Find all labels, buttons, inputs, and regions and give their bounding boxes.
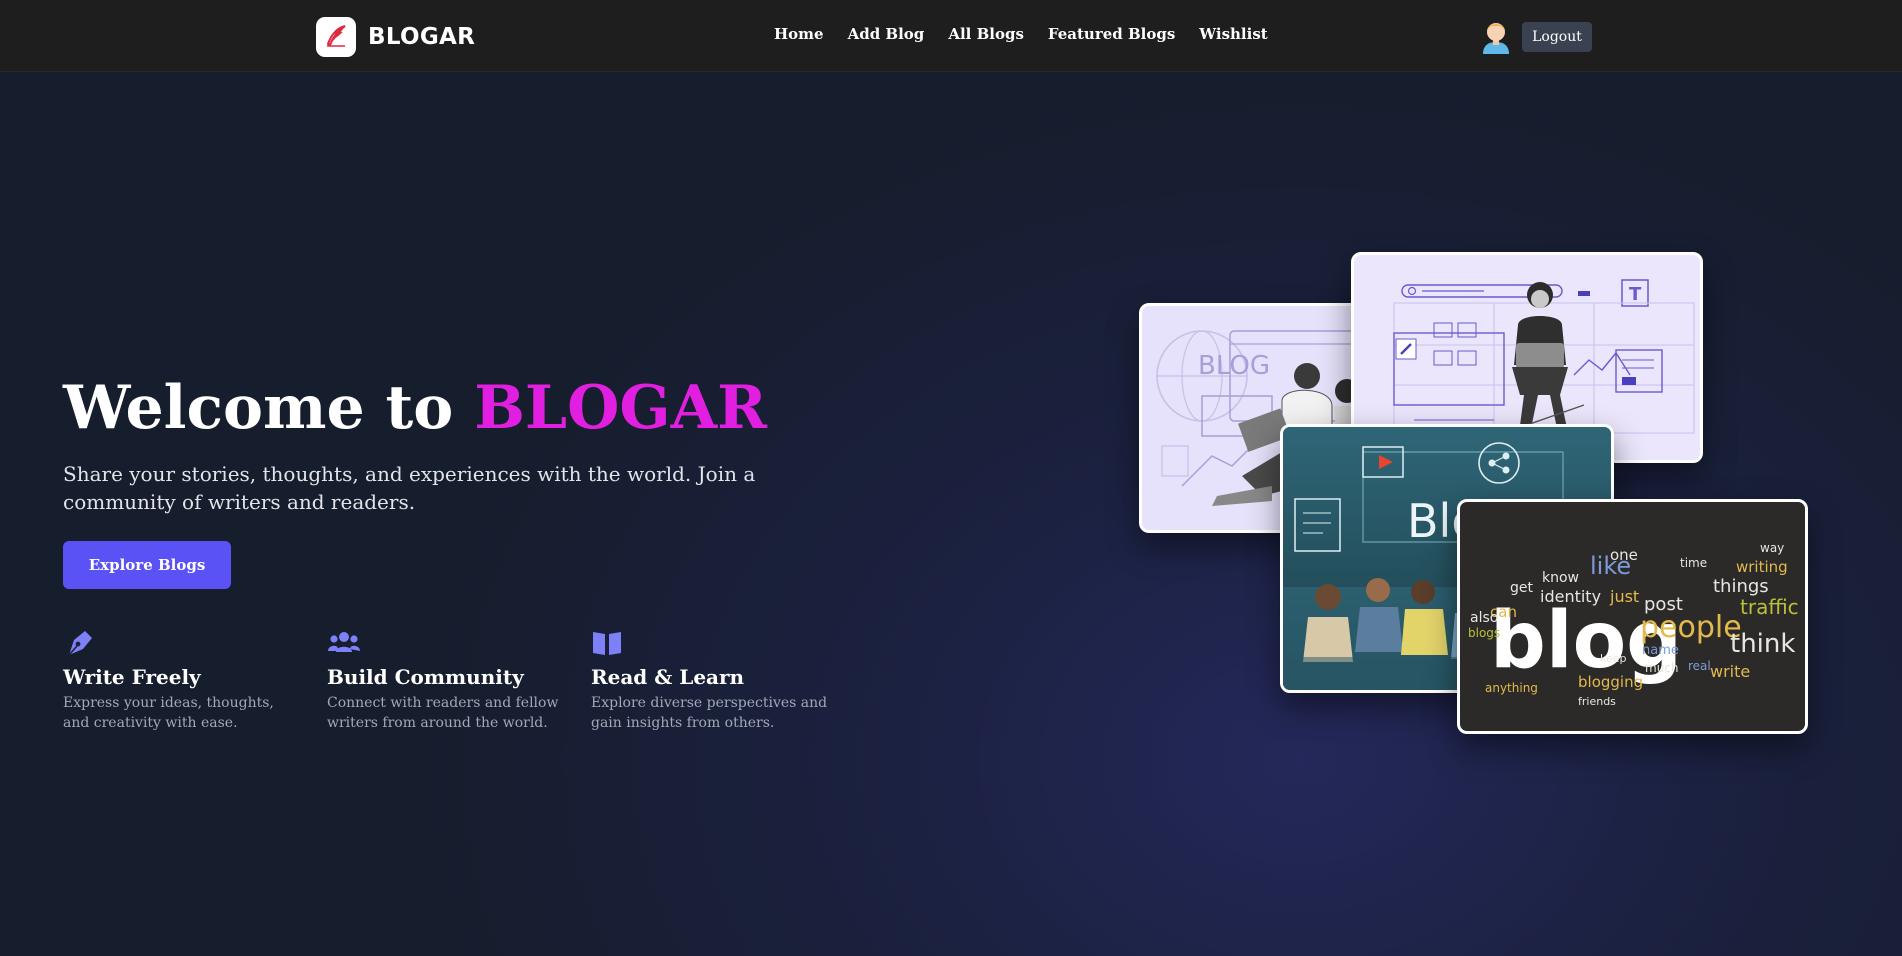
feature-title: Read & Learn bbox=[591, 665, 745, 689]
nav-wishlist[interactable]: Wishlist bbox=[1199, 25, 1267, 43]
word-cloud-word: blogging bbox=[1578, 673, 1643, 691]
feature-read-learn: Read & Learn Explore diverse perspective… bbox=[591, 628, 831, 733]
hero-title-accent: BLOGAR bbox=[474, 373, 768, 443]
word-cloud-word: blogs bbox=[1468, 626, 1500, 640]
word-cloud-word: get bbox=[1510, 580, 1534, 596]
hero-subtitle: Share your stories, thoughts, and experi… bbox=[63, 462, 756, 514]
nav-home[interactable]: Home bbox=[774, 25, 824, 43]
feature-description: Express your ideas, thoughts, and creati… bbox=[63, 695, 274, 731]
navbar: BLOGAR Home Add Blog All Blogs Featured … bbox=[0, 0, 1902, 72]
word-cloud-word: writing bbox=[1736, 558, 1788, 576]
word-cloud-word: friends bbox=[1578, 695, 1616, 708]
word-cloud-word: keep bbox=[1600, 652, 1627, 665]
nav-all-blogs[interactable]: All Blogs bbox=[948, 25, 1024, 43]
word-cloud-word: also bbox=[1470, 610, 1498, 626]
feature-title: Write Freely bbox=[63, 665, 201, 689]
nav-links: Home Add Blog All Blogs Featured Blogs W… bbox=[774, 25, 1268, 43]
feature-write-freely: Write Freely Express your ideas, thought… bbox=[63, 628, 303, 733]
feature-build-community: Build Community Connect with readers and… bbox=[327, 628, 567, 733]
explore-blogs-button[interactable]: Explore Blogs bbox=[63, 541, 231, 589]
word-cloud-word: much bbox=[1645, 661, 1679, 675]
word-cloud-word: people bbox=[1640, 610, 1742, 645]
word-cloud-word: one bbox=[1610, 546, 1638, 564]
nav-add-blog[interactable]: Add Blog bbox=[848, 25, 925, 43]
word-cloud-word: anything bbox=[1485, 681, 1538, 695]
hero-title: Welcome to BLOGAR bbox=[63, 370, 767, 446]
book-open-icon bbox=[591, 628, 831, 658]
word-cloud-word: identity bbox=[1540, 587, 1601, 606]
card-t-text: T bbox=[1629, 284, 1642, 305]
feature-description: Explore diverse perspectives and gain in… bbox=[591, 695, 828, 731]
feature-title: Build Community bbox=[327, 665, 524, 689]
word-cloud-word: real bbox=[1688, 659, 1711, 673]
word-cloud-word: post bbox=[1644, 594, 1683, 615]
word-cloud-word: things bbox=[1713, 576, 1769, 597]
word-cloud-word: know bbox=[1542, 570, 1579, 586]
card-blog-text: BLOG bbox=[1198, 351, 1270, 381]
word-cloud-word: think bbox=[1730, 629, 1795, 659]
user-avatar-icon[interactable] bbox=[1480, 18, 1512, 54]
feather-pen-logo-icon bbox=[316, 17, 356, 57]
word-cloud-word: traffic bbox=[1740, 595, 1799, 619]
hero-title-prefix: Welcome to bbox=[63, 373, 475, 443]
word-cloud-word: name bbox=[1642, 643, 1679, 658]
word-cloud-word: way bbox=[1760, 541, 1784, 555]
feature-description: Connect with readers and fellow writers … bbox=[327, 695, 559, 731]
logout-button[interactable]: Logout bbox=[1522, 22, 1592, 52]
word-cloud-word: just bbox=[1609, 587, 1639, 606]
brand-name: BLOGAR bbox=[368, 24, 476, 50]
pen-nib-icon bbox=[63, 628, 303, 658]
word-cloud-word: write bbox=[1710, 662, 1750, 681]
word-cloud-word: time bbox=[1680, 556, 1707, 570]
nav-featured-blogs[interactable]: Featured Blogs bbox=[1048, 25, 1175, 43]
brand[interactable]: BLOGAR bbox=[316, 16, 475, 58]
word-cloud-card: blog people think things traffic like id… bbox=[1457, 499, 1808, 734]
users-icon bbox=[327, 628, 567, 658]
